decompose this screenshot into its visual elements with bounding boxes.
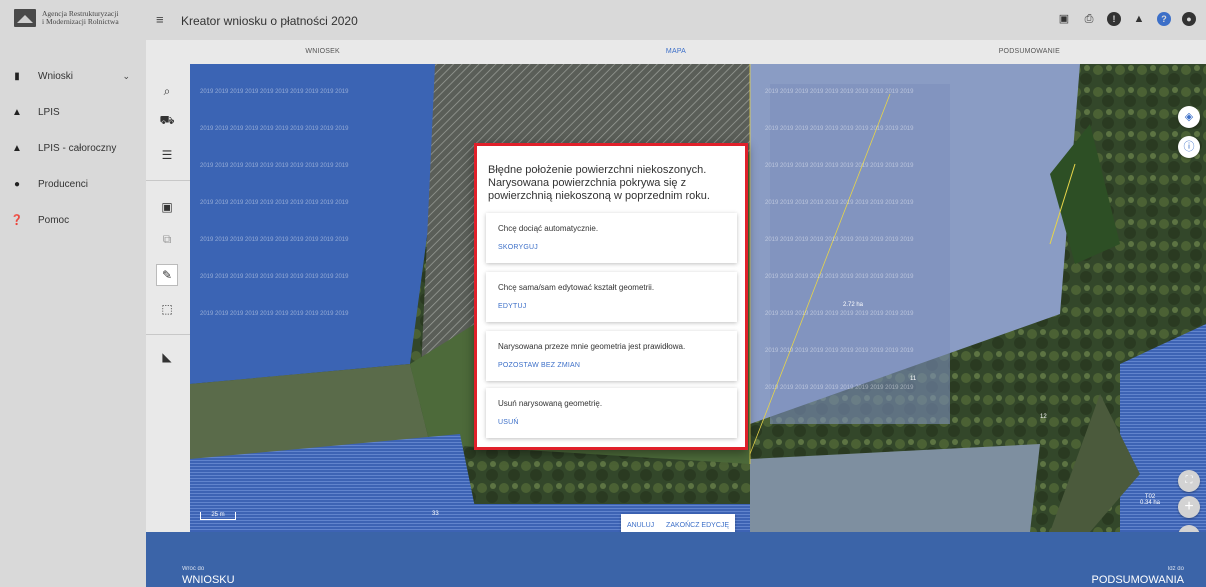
sidebar-item-lpis[interactable]: ▲ LPIS: [0, 94, 146, 130]
back-to-wniosek-button[interactable]: WNIOSKU: [182, 574, 235, 586]
divider: [146, 334, 190, 335]
year-pattern-overlay: 2019 2019 2019 2019 2019 2019 2019 2019 …: [200, 89, 349, 317]
cancel-edit-button[interactable]: ANULUJ: [627, 522, 654, 529]
layers-icon[interactable]: ◈: [1178, 106, 1200, 128]
list-icon[interactable]: ☰: [156, 144, 178, 166]
option-card: Chcę dociąć automatycznie. SKORYGUJ: [486, 213, 737, 263]
select-icon[interactable]: ▣: [156, 196, 178, 218]
parcel-number: 11: [910, 376, 917, 382]
mountain-icon: ▲: [12, 106, 22, 118]
bell-icon[interactable]: ▲: [1132, 12, 1146, 26]
arimr-logo-icon: [14, 9, 36, 27]
parcel-label: T02 0.34 ha: [1140, 494, 1161, 506]
info-icon[interactable]: !: [1107, 12, 1121, 26]
option-card: Narysowana przeze mnie geometria jest pr…: [486, 331, 737, 381]
next-hint: Idź do: [1167, 566, 1184, 572]
back-hint: Wróć do: [182, 566, 205, 572]
menu-icon[interactable]: ≡: [156, 12, 164, 27]
sidebar-item-label: Producenci: [38, 178, 89, 190]
zoom-in-icon[interactable]: +: [1178, 496, 1200, 518]
help-icon: ❓: [10, 214, 24, 226]
sidebar-item-label: Wnioski: [38, 70, 74, 82]
bottom-nav-bar: Wróć do WNIOSKU Idź do PODSUMOWANIA: [146, 532, 1206, 587]
help-icon[interactable]: ?: [1157, 12, 1171, 26]
info-icon[interactable]: ⓘ: [1178, 136, 1200, 158]
leave-unchanged-button[interactable]: POZOSTAW BEZ ZMIAN: [498, 362, 580, 369]
person-icon: ●: [13, 178, 21, 190]
fullscreen-icon[interactable]: ⛶: [1178, 470, 1200, 492]
area-label: 2.72 ha: [843, 302, 864, 308]
edit-button[interactable]: EDYTUJ: [498, 303, 526, 310]
option-card: Chcę sama/sam edytować kształt geometrii…: [486, 272, 737, 322]
sidebar-item-pomoc[interactable]: ❓ Pomoc: [0, 202, 146, 238]
sidebar-item-producenci[interactable]: ● Producenci: [0, 166, 146, 202]
measure-icon[interactable]: ◣: [156, 346, 178, 368]
edit-toolbar: ANULUJ ZAKOŃCZ EDYCJĘ: [621, 514, 735, 532]
page-title: Kreator wniosku o płatności 2020: [181, 14, 358, 28]
top-bar: ≡ Kreator wniosku o płatności 2020 ▣ ⎙ !…: [146, 0, 1206, 55]
divider: [146, 180, 190, 181]
copy-icon[interactable]: ⧉: [156, 228, 178, 250]
map-toolbar: ⌕ ⛟ ☰ ▣ ⧉ ✎ ⬚ ◣: [146, 64, 190, 532]
year-pattern-overlay: 2019 2019 2019 2019 2019 2019 2019 2019 …: [765, 89, 914, 391]
search-icon[interactable]: ⌕: [156, 80, 178, 102]
option-text: Narysowana przeze mnie geometria jest pr…: [498, 342, 686, 351]
option-card: Usuń narysowaną geometrię. USUŃ: [486, 388, 737, 438]
print-icon[interactable]: ⎙: [1082, 12, 1096, 26]
sidebar-item-label: LPIS - całoroczny: [38, 142, 117, 154]
go-to-summary-button[interactable]: PODSUMOWANIA: [1092, 574, 1185, 586]
pencil-icon[interactable]: ✎: [156, 264, 178, 286]
bounding-box-icon[interactable]: ⬚: [156, 298, 178, 320]
mountain-icon: ▲: [12, 142, 22, 154]
sidebar-item-label: Pomoc: [38, 214, 70, 226]
tab-wniosek[interactable]: WNIOSEK: [146, 40, 499, 64]
tab-podsumowanie[interactable]: PODSUMOWANIE: [853, 40, 1206, 64]
delete-button[interactable]: USUŃ: [498, 419, 519, 426]
tractor-icon[interactable]: ⛟: [156, 110, 178, 132]
finish-edit-button[interactable]: ZAKOŃCZ EDYCJĘ: [666, 522, 729, 529]
tab-mapa[interactable]: MAPA: [499, 40, 852, 64]
correct-button[interactable]: SKORYGUJ: [498, 244, 538, 251]
document-icon: ▮: [14, 70, 20, 82]
dialog-title: Błędne położenie powierzchni niekoszonyc…: [488, 164, 710, 202]
option-text: Chcę sama/sam edytować kształt geometrii…: [498, 283, 655, 292]
logo-line-2: i Modernizacji Rolnictwa: [42, 17, 119, 26]
scale-bar: 25 m: [200, 512, 236, 520]
save-icon[interactable]: ▣: [1057, 12, 1071, 26]
option-text: Chcę dociąć automatycznie.: [498, 224, 599, 233]
tab-bar: WNIOSEK MAPA PODSUMOWANIE: [146, 40, 1206, 64]
chevron-down-icon[interactable]: ⌄: [122, 71, 130, 82]
account-icon[interactable]: ●: [1182, 12, 1196, 26]
parcel-number: 12: [1040, 414, 1047, 420]
geometry-error-dialog: Błędne położenie powierzchni niekoszonyc…: [474, 143, 748, 450]
sidebar-item-wnioski[interactable]: ▮ Wnioski ⌄: [0, 58, 146, 94]
option-text: Usuń narysowaną geometrię.: [498, 399, 603, 408]
sidebar-item-lpis-caloroczny[interactable]: ▲ LPIS - całoroczny: [0, 130, 146, 166]
parcel-number: 33: [432, 511, 439, 517]
sidebar-item-label: LPIS: [38, 106, 60, 118]
logo[interactable]: Agencja Restrukturyzacji i Modernizacji …: [0, 0, 146, 36]
sidebar: Agencja Restrukturyzacji i Modernizacji …: [0, 0, 146, 587]
